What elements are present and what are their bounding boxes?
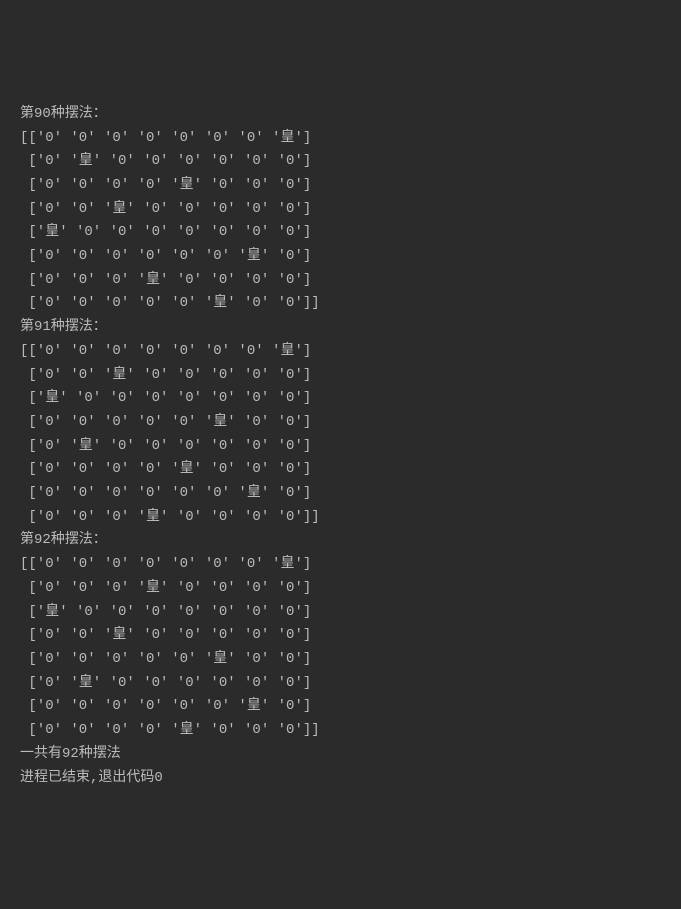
output-line: 第91种摆法： bbox=[20, 316, 661, 340]
output-line: [['0' '0' '0' '0' '0' '0' '0' '皇'] bbox=[20, 553, 661, 577]
output-line: ['0' '0' '皇' '0' '0' '0' '0' '0'] bbox=[20, 364, 661, 388]
output-line: ['0' '0' '皇' '0' '0' '0' '0' '0'] bbox=[20, 624, 661, 648]
output-line: [['0' '0' '0' '0' '0' '0' '0' '皇'] bbox=[20, 127, 661, 151]
output-line: 第90种摆法： bbox=[20, 103, 661, 127]
output-line: ['0' '皇' '0' '0' '0' '0' '0' '0'] bbox=[20, 672, 661, 696]
output-line: 一共有92种摆法 bbox=[20, 743, 661, 767]
output-line: ['皇' '0' '0' '0' '0' '0' '0' '0'] bbox=[20, 601, 661, 625]
output-line: ['0' '0' '0' '0' '0' '皇' '0' '0'] bbox=[20, 648, 661, 672]
console-output: 第90种摆法：[['0' '0' '0' '0' '0' '0' '0' '皇'… bbox=[20, 103, 661, 790]
output-line: [['0' '0' '0' '0' '0' '0' '0' '皇'] bbox=[20, 340, 661, 364]
output-line: ['皇' '0' '0' '0' '0' '0' '0' '0'] bbox=[20, 221, 661, 245]
output-line: ['0' '皇' '0' '0' '0' '0' '0' '0'] bbox=[20, 150, 661, 174]
output-line: 进程已结束,退出代码0 bbox=[20, 767, 661, 791]
output-line: ['0' '0' '0' '0' '0' '皇' '0' '0']] bbox=[20, 292, 661, 316]
output-line: ['0' '0' '0' '0' '0' '0' '皇' '0'] bbox=[20, 245, 661, 269]
output-line: ['0' '0' '0' '0' '皇' '0' '0' '0']] bbox=[20, 719, 661, 743]
output-line: ['0' '0' '0' '0' '0' '0' '皇' '0'] bbox=[20, 695, 661, 719]
output-line: ['0' '0' '0' '皇' '0' '0' '0' '0']] bbox=[20, 506, 661, 530]
output-line: ['0' '0' '0' '0' '皇' '0' '0' '0'] bbox=[20, 174, 661, 198]
output-line: 第92种摆法： bbox=[20, 529, 661, 553]
output-line: ['0' '0' '0' '皇' '0' '0' '0' '0'] bbox=[20, 269, 661, 293]
output-line: ['0' '0' '0' '0' '皇' '0' '0' '0'] bbox=[20, 458, 661, 482]
output-line: ['0' '0' '0' '皇' '0' '0' '0' '0'] bbox=[20, 577, 661, 601]
output-line: ['0' '0' '0' '0' '0' '皇' '0' '0'] bbox=[20, 411, 661, 435]
output-line: ['0' '0' '0' '0' '0' '0' '皇' '0'] bbox=[20, 482, 661, 506]
output-line: ['皇' '0' '0' '0' '0' '0' '0' '0'] bbox=[20, 387, 661, 411]
output-line: ['0' '皇' '0' '0' '0' '0' '0' '0'] bbox=[20, 435, 661, 459]
output-line: ['0' '0' '皇' '0' '0' '0' '0' '0'] bbox=[20, 198, 661, 222]
